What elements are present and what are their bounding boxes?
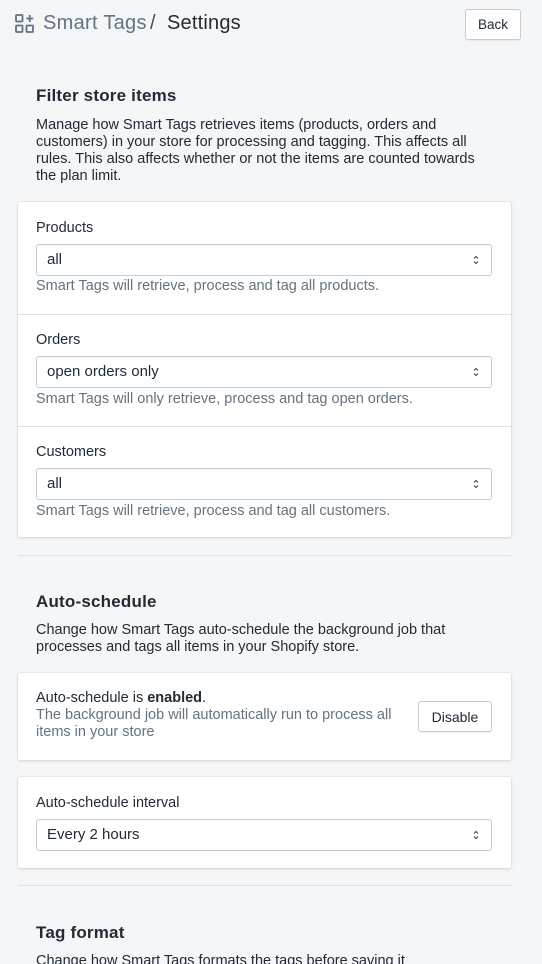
customers-select[interactable]: all xyxy=(36,468,492,500)
orders-field: Orders open orders only Smart Tags will … xyxy=(18,314,511,426)
customers-help: Smart Tags will retrieve, process and ta… xyxy=(36,503,391,519)
filter-section-description: Manage how Smart Tags retrieves items (p… xyxy=(36,117,475,184)
auto-schedule-status-description: The background job will automatically ru… xyxy=(36,707,392,740)
auto-schedule-status: Auto-schedule is enabled. xyxy=(36,690,206,706)
page-title: Settings xyxy=(167,12,241,34)
customers-select-value: all xyxy=(47,475,63,492)
products-field: Products all Smart Tags will retrieve, p… xyxy=(18,202,511,314)
section-divider xyxy=(18,885,511,886)
auto-schedule-interval-card: Auto-schedule interval Every 2 hours xyxy=(18,777,511,868)
products-select[interactable]: all xyxy=(36,244,492,276)
products-label: Products xyxy=(36,220,94,236)
back-button[interactable]: Back xyxy=(465,9,521,40)
orders-help: Smart Tags will only retrieve, process a… xyxy=(36,391,413,407)
apps-icon xyxy=(15,14,34,33)
interval-select-value: Every 2 hours xyxy=(47,826,140,843)
auto-schedule-section-description: Change how Smart Tags auto-schedule the … xyxy=(36,622,446,655)
select-arrows-icon xyxy=(473,367,479,377)
products-help: Smart Tags will retrieve, process and ta… xyxy=(36,278,380,294)
filter-card: Products all Smart Tags will retrieve, p… xyxy=(18,202,511,537)
status-prefix: Auto-schedule is xyxy=(36,690,148,706)
top-bar: Smart Tags / Settings Back xyxy=(0,0,542,48)
orders-select-value: open orders only xyxy=(47,363,159,380)
orders-select[interactable]: open orders only xyxy=(36,356,492,388)
select-arrows-icon xyxy=(473,479,479,489)
customers-field: Customers all Smart Tags will retrieve, … xyxy=(18,426,511,537)
tag-format-section-description: Change how Smart Tags formats the tags b… xyxy=(36,953,405,964)
interval-label: Auto-schedule interval xyxy=(36,795,180,811)
interval-select[interactable]: Every 2 hours xyxy=(36,819,492,851)
select-arrows-icon xyxy=(473,830,479,840)
section-divider xyxy=(18,555,511,556)
tag-format-section-title: Tag format xyxy=(36,923,125,942)
status-suffix: . xyxy=(202,690,207,706)
orders-label: Orders xyxy=(36,332,81,348)
customers-label: Customers xyxy=(36,444,107,460)
select-arrows-icon xyxy=(473,255,479,265)
auto-schedule-section-title: Auto-schedule xyxy=(36,592,157,611)
status-value: enabled xyxy=(147,690,203,706)
auto-schedule-status-card: Auto-schedule is enabled. The background… xyxy=(18,673,511,760)
breadcrumb-app-name[interactable]: Smart Tags xyxy=(43,12,147,35)
filter-section-title: Filter store items xyxy=(36,86,177,105)
breadcrumb-separator: / xyxy=(150,12,156,34)
disable-button[interactable]: Disable xyxy=(418,701,492,732)
products-select-value: all xyxy=(47,251,63,268)
